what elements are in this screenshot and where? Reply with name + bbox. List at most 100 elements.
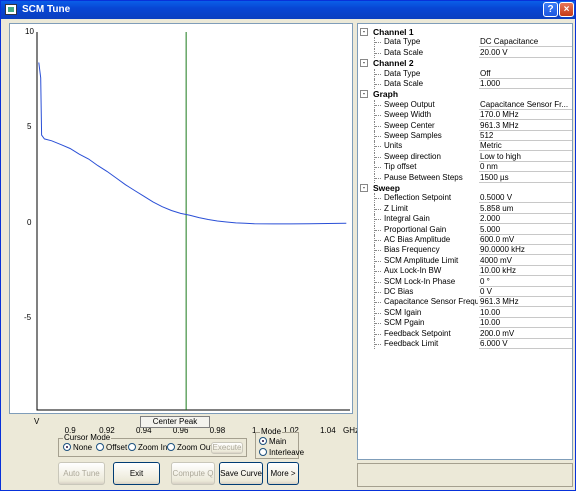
- section-header[interactable]: - Graph: [358, 89, 572, 99]
- property-row[interactable]: Data Type Off: [358, 68, 572, 79]
- section-header[interactable]: - Channel 2: [358, 58, 572, 68]
- property-label: Data Type: [384, 37, 421, 47]
- property-label: SCM Pgain: [384, 318, 425, 328]
- property-value[interactable]: 1.000: [479, 79, 572, 89]
- help-button[interactable]: ?: [543, 2, 558, 17]
- property-value[interactable]: Off: [479, 69, 572, 79]
- property-grid[interactable]: - Channel 1 Data Type DC Capacitance Data Sc…: [357, 23, 573, 460]
- property-value[interactable]: 2.000: [479, 214, 572, 225]
- property-row[interactable]: Sweep Width 170.0 MHz: [358, 110, 572, 121]
- title-bar: SCM Tune ? ×: [1, 1, 575, 19]
- radio-cursor-zoom-in[interactable]: Zoom In: [128, 443, 167, 452]
- property-label: Feedback Setpoint: [384, 328, 451, 338]
- tune-plot[interactable]: 10 5 0 -5 V 0.9 0.92 0.94 0.96 0.98 1 1.02 1.04…: [9, 23, 359, 435]
- collapse-toggle-icon[interactable]: -: [360, 184, 368, 192]
- mode-group: Mode Main Interleave: [255, 427, 304, 459]
- compute-q-button[interactable]: Compute Q: [171, 462, 215, 485]
- property-value[interactable]: 5.858 um: [479, 204, 572, 214]
- property-row[interactable]: Integral Gain 2.000: [358, 214, 572, 225]
- property-row[interactable]: AC Bias Amplitude 600.0 mV: [358, 235, 572, 245]
- radio-mode-interleave[interactable]: Interleave: [259, 448, 304, 457]
- y-tick-label: -5: [24, 313, 32, 323]
- property-value[interactable]: 10.00: [479, 308, 572, 318]
- property-label: Feedback Limit: [384, 339, 439, 348]
- property-row[interactable]: Units Metric: [358, 141, 572, 152]
- collapse-toggle-icon[interactable]: -: [360, 59, 368, 68]
- property-row[interactable]: Feedback Limit 6.000 V: [358, 339, 572, 349]
- property-row[interactable]: Data Scale 20.00 V: [358, 47, 572, 58]
- property-row[interactable]: Data Scale 1.000: [358, 79, 572, 89]
- property-value[interactable]: 90.0000 kHz: [479, 245, 572, 256]
- property-value[interactable]: 10.00 kHz: [479, 266, 572, 277]
- property-value[interactable]: Capacitance Sensor Fr...: [479, 100, 572, 110]
- property-value[interactable]: 1500 µs: [479, 173, 572, 183]
- radio-cursor-none[interactable]: None: [63, 443, 92, 452]
- close-button[interactable]: ×: [559, 2, 574, 17]
- property-row[interactable]: SCM Amplitude Limit 4000 mV: [358, 255, 572, 266]
- property-value[interactable]: Metric: [479, 141, 572, 152]
- property-row[interactable]: Aux Lock-In BW 10.00 kHz: [358, 266, 572, 277]
- radio-cursor-offset[interactable]: Offset: [96, 443, 127, 452]
- property-row[interactable]: SCM Igain 10.00: [358, 307, 572, 318]
- property-value[interactable]: DC Capacitance: [479, 37, 572, 48]
- property-row[interactable]: Bias Frequency 90.0000 kHz: [358, 245, 572, 256]
- property-value[interactable]: 0 °: [479, 277, 572, 287]
- property-row[interactable]: SCM Pgain 10.00: [358, 318, 572, 329]
- property-value[interactable]: 20.00 V: [479, 48, 572, 58]
- section-label: Graph: [373, 89, 399, 100]
- property-row[interactable]: Pause Between Steps 1500 µs: [358, 172, 572, 183]
- property-value[interactable]: 170.0 MHz: [479, 110, 572, 121]
- property-value[interactable]: 200.0 mV: [479, 329, 572, 339]
- property-label: Bias Frequency: [384, 245, 440, 255]
- mode-title: Mode: [260, 427, 283, 436]
- property-row[interactable]: Proportional Gain 5.000: [358, 224, 572, 235]
- property-row[interactable]: Feedback Setpoint 200.0 mV: [358, 328, 572, 339]
- property-label: Integral Gain: [384, 214, 430, 224]
- property-value[interactable]: 0.5000 V: [479, 193, 572, 204]
- property-row[interactable]: Sweep Center 961.3 MHz: [358, 120, 572, 131]
- tree-connector: [374, 224, 382, 235]
- scm-tune-window: SCM Tune ? × 10 5 0 -5 V 0.9 0.92 0.94 0.96…: [0, 0, 576, 491]
- section-header[interactable]: - Sweep: [358, 183, 572, 193]
- property-row[interactable]: Sweep Samples 512: [358, 131, 572, 141]
- more-button[interactable]: More >: [267, 462, 299, 485]
- tree-connector: [374, 245, 382, 256]
- property-value[interactable]: 4000 mV: [479, 256, 572, 266]
- property-row[interactable]: SCM Lock-In Phase 0 °: [358, 276, 572, 287]
- auto-tune-button[interactable]: Auto Tune: [58, 462, 105, 485]
- save-curve-button[interactable]: Save Curve: [219, 462, 263, 485]
- property-value[interactable]: 961.3 MHz: [479, 121, 572, 131]
- exit-button[interactable]: Exit: [113, 462, 160, 485]
- property-value[interactable]: 10.00: [479, 318, 572, 329]
- property-row[interactable]: Data Type DC Capacitance: [358, 37, 572, 48]
- property-row[interactable]: Sweep direction Low to high: [358, 151, 572, 162]
- property-row[interactable]: DC Bias 0 V: [358, 287, 572, 297]
- property-value[interactable]: 5.000: [479, 225, 572, 235]
- property-value[interactable]: 0 V: [479, 287, 572, 297]
- property-row[interactable]: Z Limit 5.858 um: [358, 203, 572, 214]
- property-value[interactable]: 512: [479, 131, 572, 141]
- property-row[interactable]: Sweep Output Capacitance Sensor Fr...: [358, 99, 572, 110]
- property-value[interactable]: 6.000 V: [479, 339, 572, 349]
- property-value[interactable]: 0 nm: [479, 162, 572, 173]
- property-row[interactable]: Tip offset 0 nm: [358, 162, 572, 173]
- x-tick-label: 0.98: [209, 426, 226, 435]
- property-value[interactable]: 961.3 MHz: [479, 297, 572, 308]
- tree-connector: [374, 120, 382, 131]
- property-value[interactable]: Low to high: [479, 152, 572, 162]
- tree-connector: [374, 162, 382, 173]
- tree-connector: [374, 172, 382, 183]
- radio-mode-main[interactable]: Main: [259, 437, 286, 446]
- property-row[interactable]: Deflection Setpoint 0.5000 V: [358, 193, 572, 204]
- collapse-toggle-icon[interactable]: -: [360, 28, 368, 36]
- property-label: Data Type: [384, 68, 421, 78]
- execute-button[interactable]: Execute: [211, 442, 243, 454]
- property-row[interactable]: Capacitance Sensor Freque 961.3 MHz: [358, 297, 572, 308]
- section-header[interactable]: - Channel 1: [358, 27, 572, 37]
- window-title: SCM Tune: [22, 4, 71, 15]
- collapse-toggle-icon[interactable]: -: [360, 90, 368, 99]
- property-value[interactable]: 600.0 mV: [479, 235, 572, 245]
- radio-cursor-zoom-out[interactable]: Zoom Out: [167, 443, 213, 452]
- center-peak-button[interactable]: Center Peak: [140, 416, 210, 428]
- property-label: Deflection Setpoint: [384, 193, 452, 203]
